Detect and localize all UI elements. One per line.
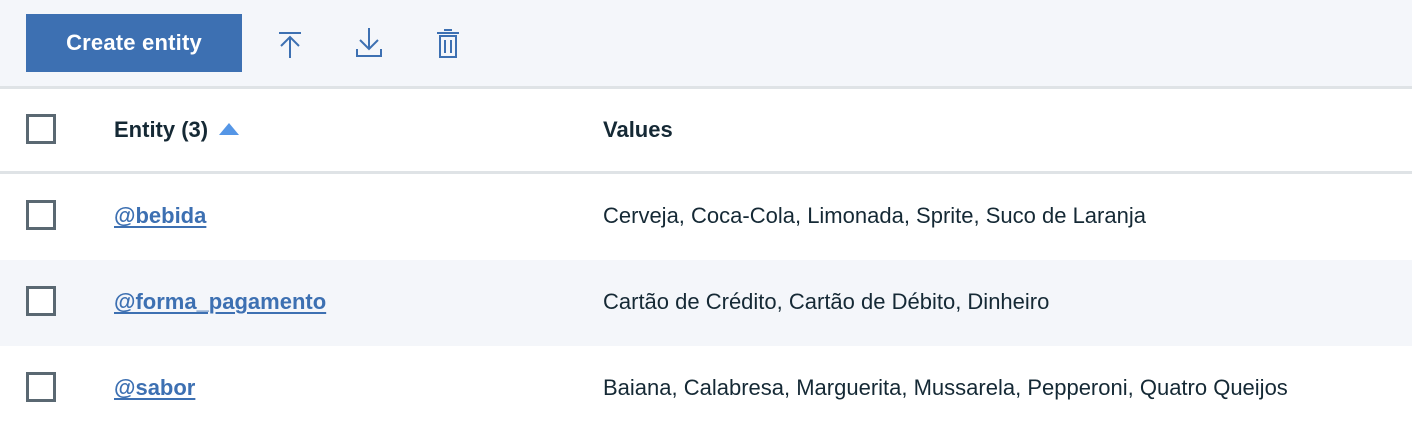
sort-ascending-icon[interactable] (218, 116, 240, 142)
values-column-header: Values (603, 117, 673, 142)
toolbar: Create entity (0, 0, 1412, 89)
row-checkbox[interactable] (26, 200, 56, 230)
entity-values: Baiana, Calabresa, Marguerita, Mussarela… (603, 375, 1288, 400)
table-header-row: Entity (3) Values (0, 89, 1412, 174)
entities-page: Create entity Entity (3) Values @bebida … (0, 0, 1412, 436)
table-row: @bebida Cerveja, Coca-Cola, Limonada, Sp… (0, 174, 1412, 260)
entity-values: Cerveja, Coca-Cola, Limonada, Sprite, Su… (603, 203, 1146, 228)
trash-icon[interactable] (430, 24, 466, 64)
select-all-checkbox[interactable] (26, 114, 56, 144)
entity-link[interactable]: @forma_pagamento (114, 289, 326, 315)
entities-table: Entity (3) Values @bebida Cerveja, Coca-… (0, 89, 1412, 432)
entity-link[interactable]: @sabor (114, 375, 195, 401)
download-icon[interactable] (351, 24, 387, 64)
upload-icon[interactable] (272, 24, 308, 64)
entity-column-label: Entity (3) (114, 117, 209, 142)
create-entity-button[interactable]: Create entity (26, 14, 242, 72)
entity-link[interactable]: @bebida (114, 203, 206, 229)
table-row: @sabor Baiana, Calabresa, Marguerita, Mu… (0, 346, 1412, 432)
table-row: @forma_pagamento Cartão de Crédito, Cart… (0, 260, 1412, 346)
row-checkbox[interactable] (26, 372, 56, 402)
row-checkbox[interactable] (26, 286, 56, 316)
entity-values: Cartão de Crédito, Cartão de Débito, Din… (603, 289, 1050, 314)
entity-column-header[interactable]: Entity (3) (114, 117, 240, 144)
